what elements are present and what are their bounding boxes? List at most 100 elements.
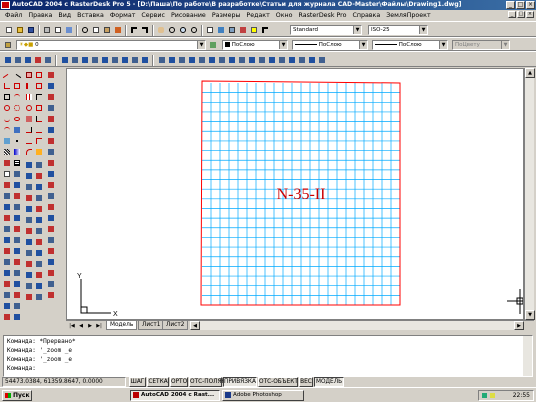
chamfer-icon[interactable] (34, 136, 44, 146)
rectangle-icon[interactable] (2, 92, 12, 102)
make-object-layer-current-icon[interactable] (208, 40, 218, 50)
menu-insert[interactable]: Вставка (74, 12, 107, 19)
raster-tool-30-icon[interactable] (307, 55, 317, 65)
raster-side-13-icon[interactable] (46, 202, 56, 212)
command-prompt[interactable]: Команда: (7, 365, 36, 372)
construction-line-icon[interactable] (12, 70, 22, 83)
raster-draw-5-icon[interactable] (12, 191, 22, 201)
raster-tool-12-icon[interactable] (120, 55, 130, 65)
raster-draw-24-icon[interactable] (2, 301, 12, 311)
raster-tool-3-icon[interactable] (23, 55, 33, 65)
chevron-down-icon[interactable]: ▼ (197, 41, 205, 49)
grid-toggle[interactable]: СЕТКА (147, 377, 169, 387)
raster-draw-16-icon[interactable] (2, 257, 12, 267)
redo-icon[interactable] (140, 25, 150, 35)
new-icon[interactable] (4, 25, 14, 35)
raster-edit-26-icon[interactable] (34, 292, 44, 302)
raster-edit-23-icon[interactable] (24, 281, 34, 291)
ellipse-icon[interactable] (12, 114, 22, 124)
raster-edit-19-icon[interactable] (24, 259, 34, 269)
menu-edit[interactable]: Правка (25, 12, 55, 19)
raster-tool-26-icon[interactable] (267, 55, 277, 65)
doc-minimize-button[interactable]: _ (508, 11, 516, 18)
chevron-down-icon[interactable]: ▼ (359, 41, 367, 49)
raster-side-11-icon[interactable] (46, 180, 56, 190)
raster-edit-7-icon[interactable] (24, 193, 34, 203)
preview-icon[interactable] (53, 25, 63, 35)
raster-edit-13-icon[interactable] (24, 226, 34, 236)
raster-draw-11-icon[interactable] (12, 224, 22, 234)
mtext-icon[interactable] (2, 169, 12, 179)
raster-side-16-icon[interactable] (46, 235, 56, 245)
raster-tool-17-icon[interactable] (177, 55, 187, 65)
polyline-icon[interactable] (2, 81, 12, 91)
circle-icon[interactable] (2, 103, 12, 113)
command-scrollbar[interactable] (523, 336, 532, 376)
raster-side-5-icon[interactable] (46, 114, 56, 124)
scroll-up-icon[interactable]: ▲ (525, 68, 535, 78)
raster-side-10-icon[interactable] (46, 169, 56, 179)
polar-toggle[interactable]: ОТС-ПОЛЯР (189, 377, 225, 387)
text-style-select[interactable]: Standard ▼ (290, 25, 362, 35)
raster-side-15-icon[interactable] (46, 224, 56, 234)
raster-tool-13-icon[interactable] (130, 55, 140, 65)
drawing-canvas[interactable]: N-35-II Y X (66, 68, 533, 320)
raster-tool-8-icon[interactable] (80, 55, 90, 65)
raster-edit-21-icon[interactable] (24, 270, 34, 280)
rotate-icon[interactable] (24, 103, 34, 113)
raster-side-8-icon[interactable] (46, 147, 56, 157)
raster-edit-10-icon[interactable] (34, 204, 44, 214)
cut-icon[interactable] (80, 25, 90, 35)
otrack-toggle[interactable]: ОТС-ОБЪЕКТ (258, 377, 298, 387)
chevron-down-icon[interactable]: ▼ (279, 41, 287, 49)
raster-edit-9-icon[interactable] (24, 204, 34, 214)
raster-draw-7-icon[interactable] (12, 202, 22, 212)
raster-draw-23-icon[interactable] (12, 290, 22, 300)
raster-tool-2-icon[interactable] (13, 55, 23, 65)
raster-tool-24-icon[interactable] (247, 55, 257, 65)
raster-draw-20-icon[interactable] (2, 279, 12, 289)
zoom-realtime-icon[interactable] (167, 25, 177, 35)
raster-edit-1-icon[interactable] (24, 160, 34, 170)
stretch-icon[interactable] (24, 114, 34, 124)
raster-tool-20-icon[interactable] (207, 55, 217, 65)
array-icon[interactable] (24, 92, 34, 102)
gradient-icon[interactable] (12, 147, 22, 157)
raster-draw-22-icon[interactable] (2, 290, 12, 300)
raster-tool-25-icon[interactable] (257, 55, 267, 65)
insert-block-icon[interactable] (12, 125, 22, 135)
menu-dimension[interactable]: Размеры (209, 12, 244, 19)
raster-tool-1-icon[interactable] (3, 55, 13, 65)
break-icon[interactable] (34, 125, 44, 135)
menu-file[interactable]: Файл (2, 12, 25, 19)
raster-tool-10-icon[interactable] (100, 55, 110, 65)
raster-tool-21-icon[interactable] (217, 55, 227, 65)
raster-edit-5-icon[interactable] (24, 182, 34, 192)
raster-edit-6-icon[interactable] (34, 182, 44, 192)
raster-draw-9-icon[interactable] (12, 213, 22, 223)
tray-volume-icon[interactable] (490, 393, 495, 398)
scroll-right-icon[interactable]: ▶ (514, 321, 524, 330)
maximize-button[interactable]: □ (516, 1, 525, 9)
copy-icon[interactable] (91, 25, 101, 35)
scroll-down-icon[interactable]: ▼ (525, 310, 535, 320)
command-window[interactable]: Команда: *Прервано* Команда: '_zoom _e К… (3, 335, 533, 377)
publish-icon[interactable] (64, 25, 74, 35)
raster-edit-24-icon[interactable] (34, 281, 44, 291)
pan-icon[interactable] (156, 25, 166, 35)
menu-help[interactable]: Справка (349, 12, 383, 19)
raster-tool-22-icon[interactable] (227, 55, 237, 65)
taskbar-item-autocad[interactable]: AutoCAD 2004 с Rast... (130, 390, 220, 401)
raster-side-6-icon[interactable] (46, 125, 56, 135)
dim-style-select[interactable]: ISO-25 ▼ (368, 25, 428, 35)
raster-edit-15-icon[interactable] (24, 237, 34, 247)
raster-side-3-icon[interactable] (46, 92, 56, 102)
lineweight-select[interactable]: ПоСлою ▼ (372, 40, 448, 50)
help-icon[interactable] (249, 25, 259, 35)
raster-edit-25-icon[interactable] (24, 292, 34, 302)
linetype-select[interactable]: ПоСлою ▼ (292, 40, 368, 50)
explode-icon[interactable] (34, 147, 44, 157)
hatch-icon[interactable] (2, 147, 12, 157)
raster-draw-10-icon[interactable] (2, 224, 12, 234)
copy-object-icon[interactable] (34, 70, 44, 80)
